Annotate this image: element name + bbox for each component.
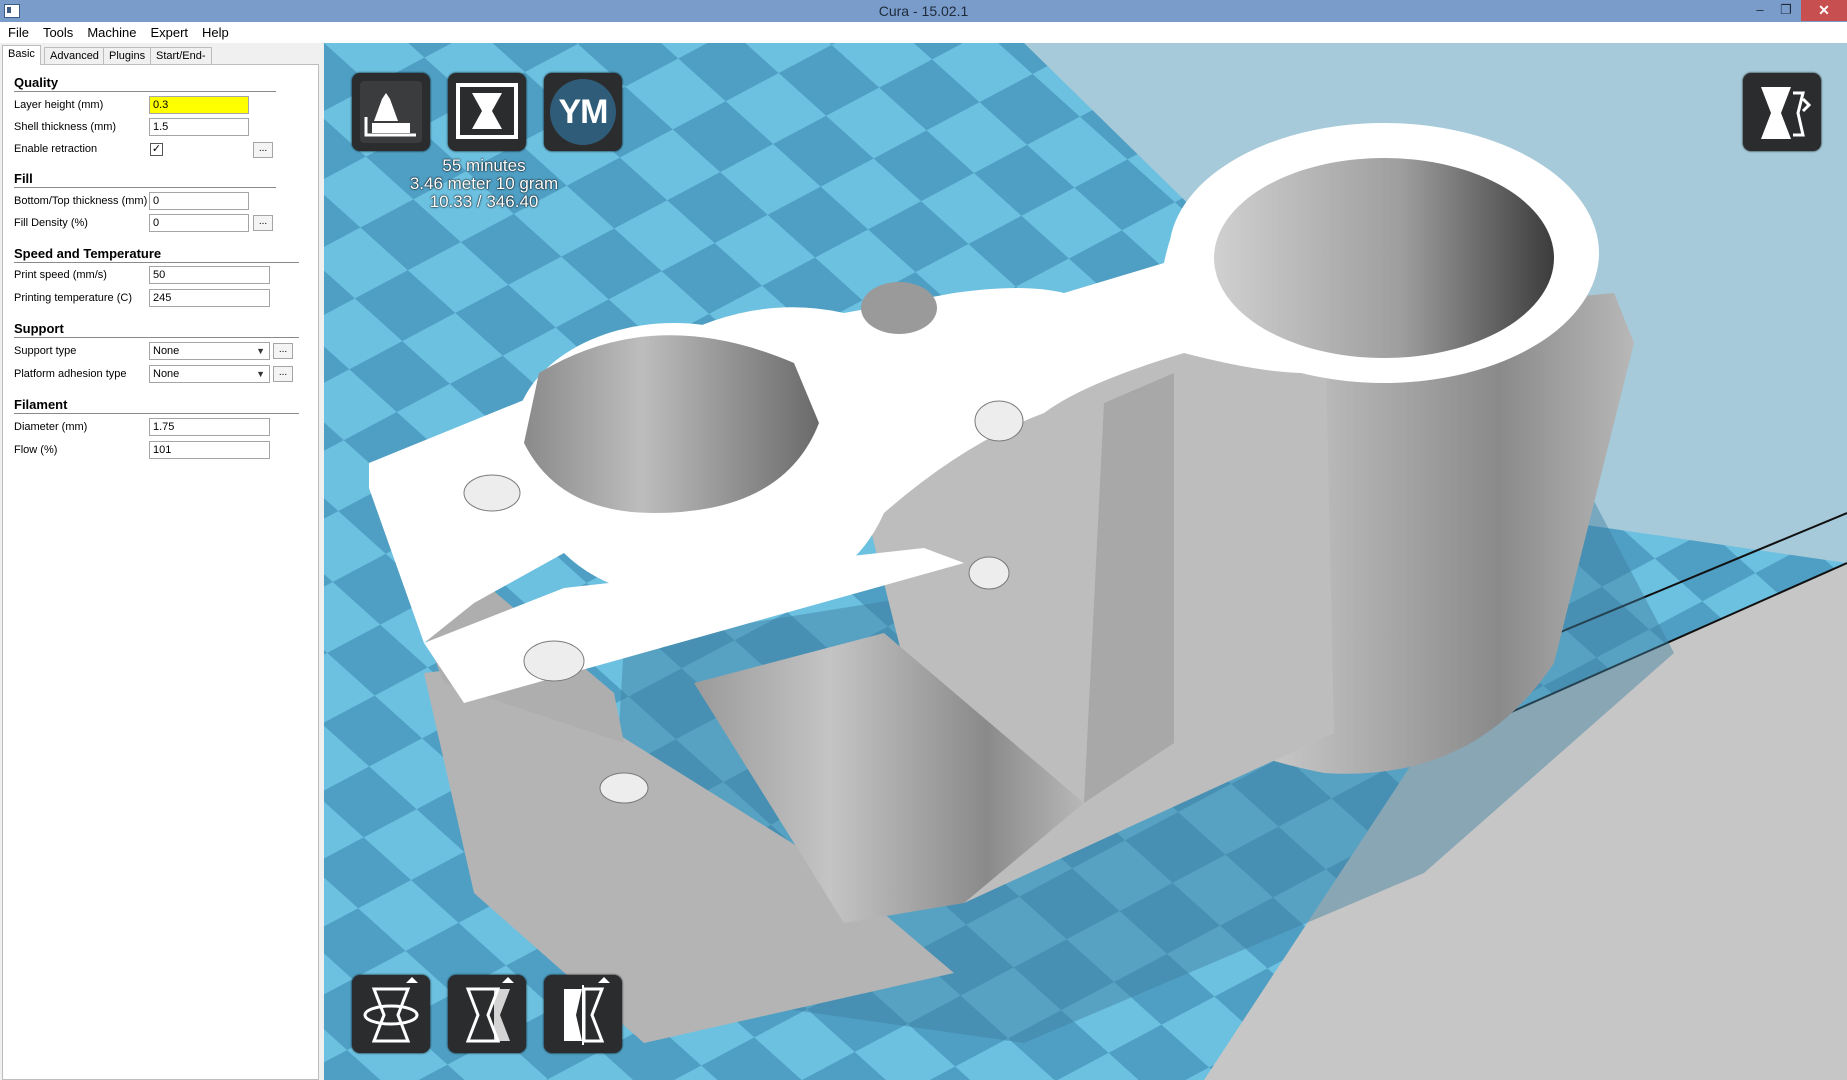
support-type-more-button[interactable]: ... (273, 343, 293, 359)
mirror-button[interactable] (544, 975, 622, 1053)
scale-icon (465, 977, 514, 1043)
rotate-icon (363, 977, 419, 1043)
title-bar: Cura - 15.02.1 – ❐ ✕ (0, 0, 1847, 22)
ym-plugin-button[interactable]: YM (544, 73, 622, 151)
load-model-icon (360, 81, 422, 143)
tab-advanced[interactable]: Advanced (44, 47, 105, 65)
scale-button[interactable] (448, 975, 526, 1053)
view-mode-icon (1761, 87, 1812, 139)
minimize-button[interactable]: – (1747, 1, 1773, 19)
ym-logo: YM (550, 79, 616, 145)
section-title-quality: Quality (14, 75, 59, 90)
save-toolpath-button[interactable] (448, 73, 526, 151)
settings-panel: Basic Advanced Plugins Start/End-GCode Q… (0, 43, 322, 1080)
section-divider (14, 262, 299, 263)
section-title-speed: Speed and Temperature (14, 246, 162, 261)
print-time: 55 minutes (442, 156, 526, 175)
layer-height-field[interactable]: 0.3 (149, 96, 249, 114)
rotate-button[interactable] (352, 975, 430, 1053)
section-title-support: Support (14, 321, 64, 336)
close-button[interactable]: ✕ (1801, 0, 1847, 21)
section-divider (14, 91, 276, 92)
menu-tools[interactable]: Tools (36, 22, 80, 43)
tab-start-end-gcode[interactable]: Start/End-GCode (150, 47, 212, 79)
print-material: 3.46 meter 10 gram (409, 174, 559, 193)
tab-basic[interactable]: Basic (2, 45, 41, 65)
tab-plugins[interactable]: Plugins (103, 47, 152, 65)
support-type-select[interactable]: None ▼ (149, 342, 270, 360)
flow-label: Flow (%) (14, 444, 58, 456)
diameter-field[interactable]: 1.75 (149, 418, 270, 436)
shell-thickness-label: Shell thickness (mm) (14, 121, 117, 133)
print-speed-label: Print speed (mm/s) (14, 269, 107, 281)
flow-field[interactable]: 101 (149, 441, 270, 459)
shell-thickness-field[interactable]: 1.5 (149, 118, 249, 136)
mirror-icon (564, 977, 610, 1045)
menu-file[interactable]: File (0, 22, 36, 43)
maximize-button[interactable]: ❐ (1773, 1, 1799, 19)
section-divider (14, 187, 276, 188)
support-type-label: Support type (14, 345, 77, 357)
section-title-fill: Fill (14, 171, 33, 186)
menu-bar: File Tools Machine Expert Help (0, 22, 1847, 44)
basic-tab-content: Quality Layer height (mm) 0.3 Shell thic… (2, 64, 319, 1080)
menu-machine[interactable]: Machine (80, 22, 143, 43)
print-ratio: 10.33 / 346.40 (429, 192, 539, 211)
chevron-down-icon: ▼ (256, 346, 265, 356)
menu-expert[interactable]: Expert (143, 22, 195, 43)
window-title: Cura - 15.02.1 (878, 3, 969, 19)
enable-retraction-checkbox[interactable]: ✓ (150, 143, 163, 156)
3d-viewport[interactable]: YM 55 minutes 3.46 meter 10 gram 10.33 /… (324, 43, 1847, 1080)
section-divider (14, 337, 299, 338)
diameter-label: Diameter (mm) (14, 421, 88, 433)
save-toolpath-icon (456, 83, 518, 139)
fill-density-field[interactable]: 0 (149, 214, 249, 232)
chevron-down-icon: ▼ (256, 369, 265, 379)
menu-help[interactable]: Help (195, 22, 236, 43)
enable-retraction-label: Enable retraction (14, 143, 98, 155)
support-type-value: None (153, 345, 180, 357)
fill-density-label: Fill Density (%) (14, 217, 88, 229)
layer-height-label: Layer height (mm) (14, 99, 104, 111)
printing-temperature-label: Printing temperature (C) (14, 292, 132, 304)
section-divider (14, 413, 299, 414)
platform-adhesion-value: None (153, 368, 180, 380)
platform-adhesion-more-button[interactable]: ... (273, 366, 293, 382)
section-title-filament: Filament (14, 397, 68, 412)
print-stats: 55 minutes 3.46 meter 10 gram 10.33 / 34… (384, 157, 584, 211)
bottom-top-thickness-label: Bottom/Top thickness (mm) (14, 195, 148, 207)
print-speed-field[interactable]: 50 (149, 266, 270, 284)
printing-temperature-field[interactable]: 245 (149, 289, 270, 307)
retraction-more-button[interactable]: ... (253, 142, 273, 158)
load-model-button[interactable] (352, 73, 430, 151)
bottom-top-thickness-field[interactable]: 0 (149, 192, 249, 210)
platform-adhesion-select[interactable]: None ▼ (149, 365, 270, 383)
view-mode-button[interactable] (1743, 73, 1821, 151)
platform-adhesion-label: Platform adhesion type (14, 368, 127, 380)
fill-density-more-button[interactable]: ... (253, 215, 273, 231)
